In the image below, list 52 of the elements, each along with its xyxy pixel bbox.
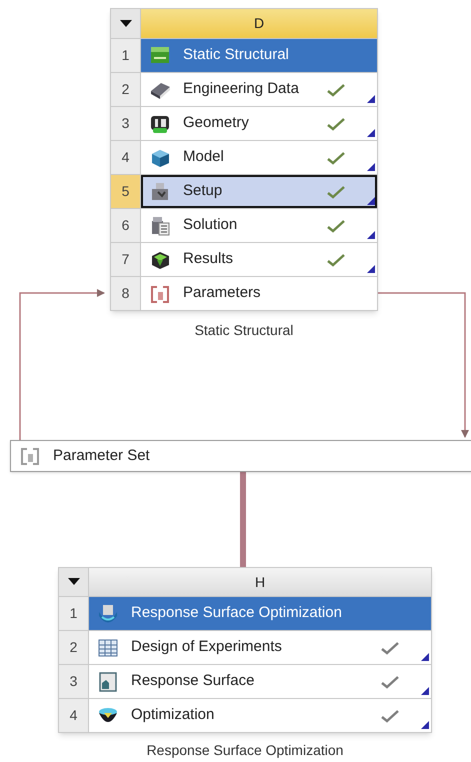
cell-label: Optimization [131, 705, 216, 726]
cell-label: Static Structural [183, 45, 290, 66]
corner-icon [367, 231, 375, 239]
system-title-cell[interactable]: Response Surface Optimization [89, 597, 431, 630]
calculator-icon [149, 214, 171, 236]
column-header: H [89, 568, 431, 596]
cup-icon [97, 602, 119, 624]
corner-icon [421, 653, 429, 661]
row-number: 3 [59, 665, 89, 698]
row-number: 6 [111, 209, 141, 242]
system-title-cell[interactable]: Static Structural [141, 39, 377, 72]
corner-icon [421, 721, 429, 729]
row-number: 4 [111, 141, 141, 174]
machine-icon [149, 180, 171, 202]
row-number: 5 [111, 175, 141, 208]
corner-icon [367, 129, 375, 137]
cell-label: Geometry [183, 113, 250, 134]
cell-label: Solution [183, 215, 238, 236]
parameter-set-label: Parameter Set [53, 446, 150, 466]
bracket-icon [19, 445, 41, 467]
column-header: D [141, 9, 377, 38]
row-number: 3 [111, 107, 141, 140]
surface-icon [97, 670, 119, 692]
row-number: 8 [111, 277, 141, 310]
cell-row[interactable]: Optimization [89, 699, 431, 732]
collapse-icon[interactable] [68, 578, 80, 586]
cell-row[interactable]: Setup [141, 175, 377, 208]
cell-label: Design of Experiments [131, 637, 283, 658]
row-number: 4 [59, 699, 89, 732]
system-caption: Response Surface Optimization [146, 741, 344, 760]
cell-label: Results [183, 249, 234, 270]
row-number: 1 [111, 39, 141, 72]
cell-label: Setup [183, 181, 224, 202]
corner-icon [367, 95, 375, 103]
row-number: 7 [111, 243, 141, 276]
corner-icon [367, 197, 375, 205]
cell-label: Model [183, 147, 225, 168]
table-icon [97, 636, 119, 658]
cell-label: Response Surface Optimization [131, 603, 343, 624]
system-caption: Static Structural [194, 321, 294, 340]
cell-label: Response Surface [131, 671, 256, 692]
row-number: 1 [59, 597, 89, 630]
corner-icon [367, 265, 375, 273]
row-number: 2 [59, 631, 89, 664]
parameter-set-bar[interactable]: Parameter Set [10, 440, 471, 472]
corner-icon [367, 163, 375, 171]
cell-label: Engineering Data [183, 79, 300, 100]
cell-row[interactable]: Parameters [141, 277, 377, 310]
cell-label: Parameters [183, 283, 262, 304]
corner-icon [421, 687, 429, 695]
collapse-icon[interactable] [120, 20, 132, 28]
row-number: 2 [111, 73, 141, 106]
